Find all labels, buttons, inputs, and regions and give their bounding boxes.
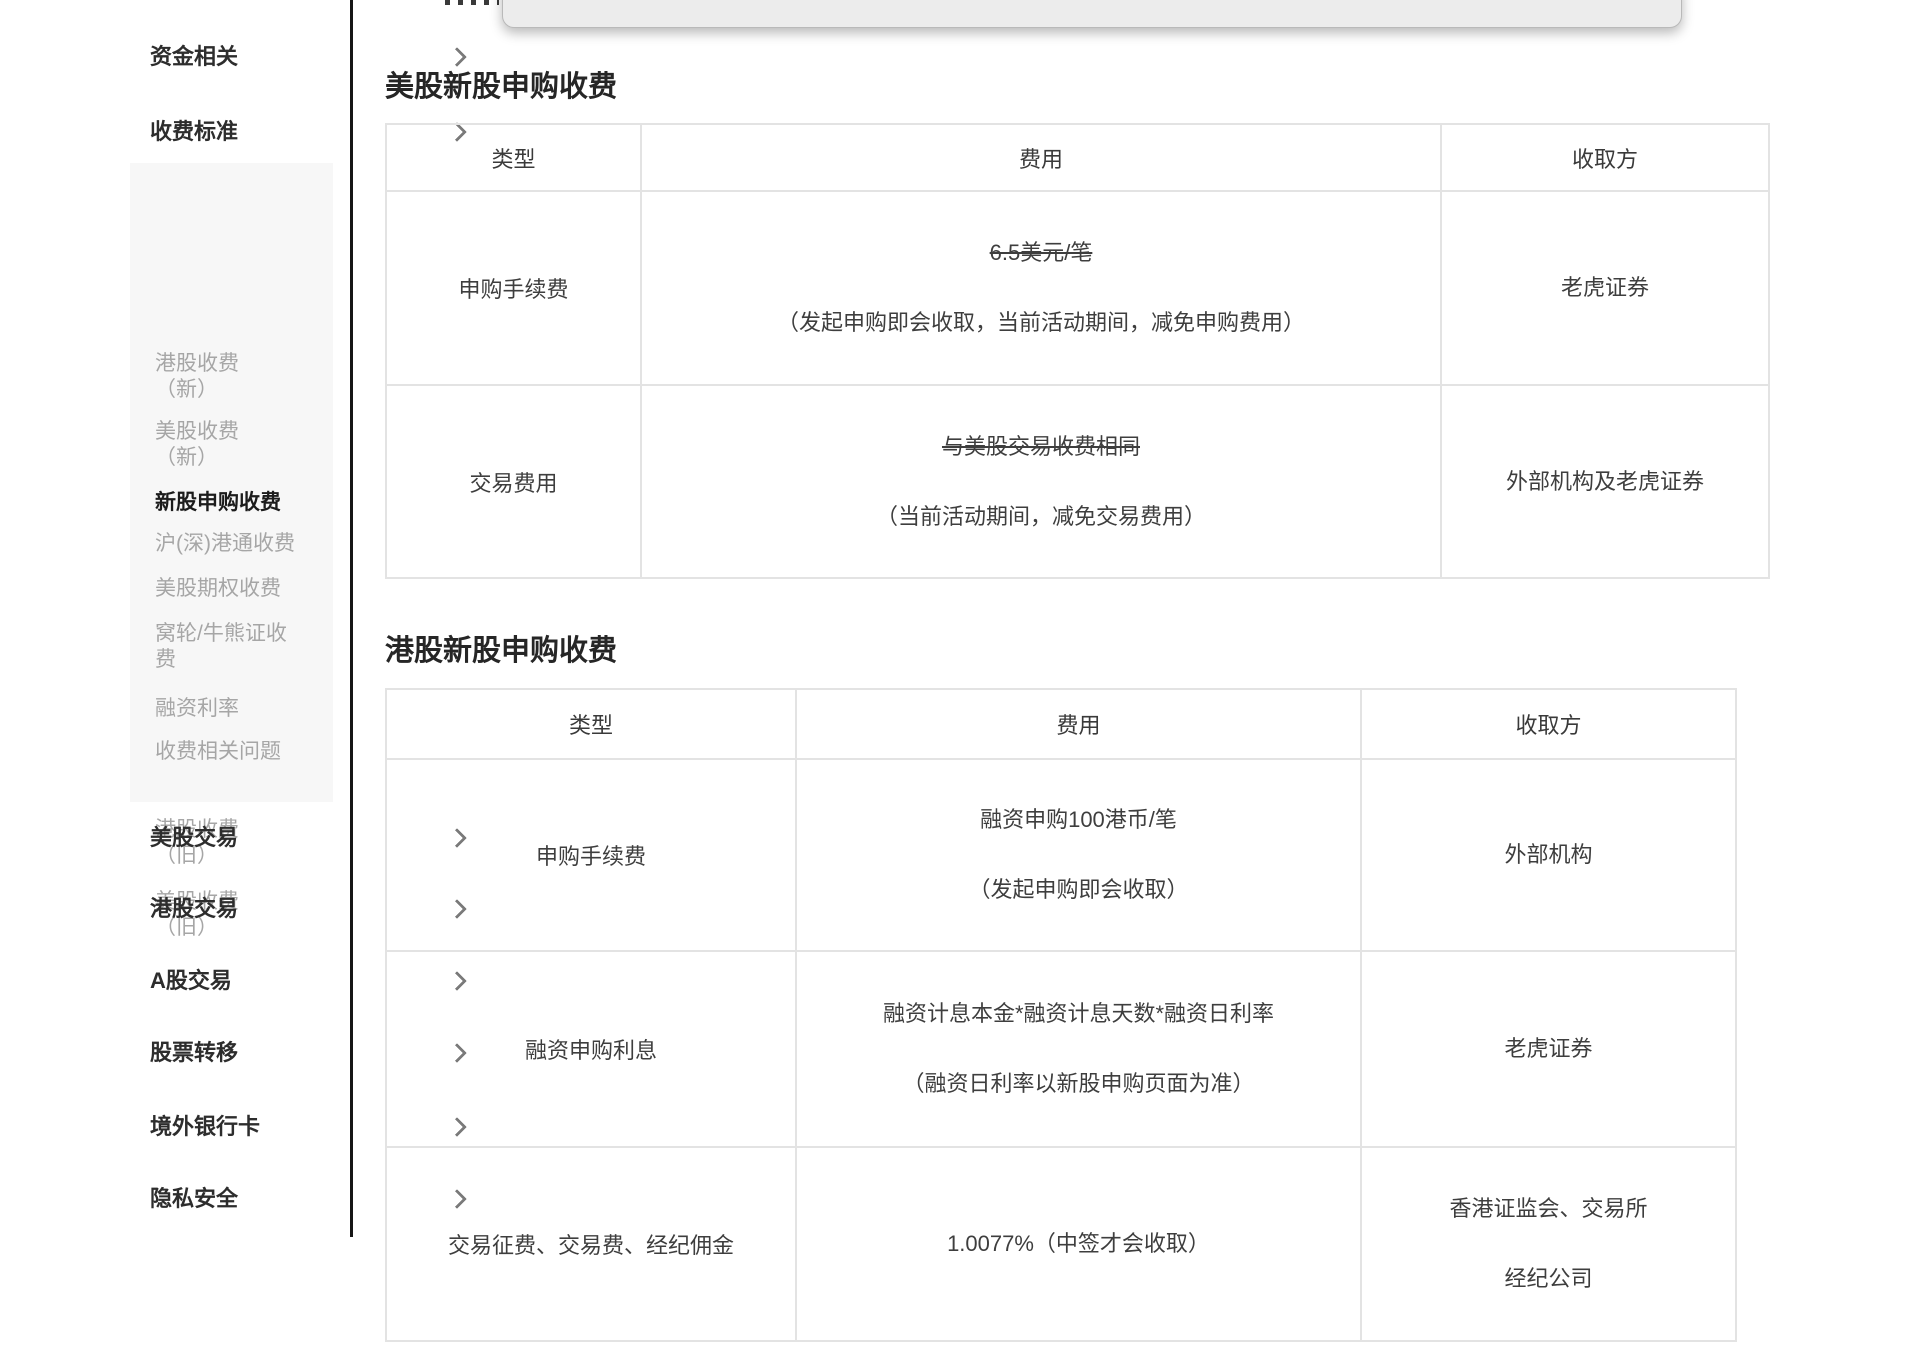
submenu-item-ipo-fees[interactable]: 新股申购收费 bbox=[155, 490, 315, 516]
submenu-item-margin-rate[interactable]: 融资利率 bbox=[155, 696, 315, 722]
cell-fee: 1.0077%（中签才会收取） bbox=[795, 1146, 1362, 1342]
fee-main: 与美股交易收费相同 bbox=[941, 433, 1140, 459]
cell-fee: 融资申购100港币/笔 （发起申购即会收取） bbox=[795, 758, 1362, 952]
fee-note: （当前活动期间，减免交易费用） bbox=[875, 503, 1206, 529]
cell-collector: 老虎证券 bbox=[1440, 190, 1770, 386]
fee-note: （发起申购即会收取，当前活动期间，减免申购费用） bbox=[776, 310, 1305, 335]
sidebar-item-label: 美股交易 bbox=[150, 825, 239, 850]
submenu-item-fee-faq[interactable]: 收费相关问题 bbox=[155, 739, 315, 765]
table-row: 融资申购利息 融资计息本金*融资计息天数*融资日利率 （融资日利率以新股申购页面… bbox=[385, 950, 1737, 1148]
sidebar-item-privacy-security[interactable]: 隐私安全 bbox=[150, 1184, 467, 1214]
cell-fee: 融资计息本金*融资计息天数*融资日利率 （融资日利率以新股申购页面为准） bbox=[795, 950, 1362, 1148]
sidebar-item-us-trading[interactable]: 美股交易 bbox=[150, 823, 467, 853]
sidebar-item-label: 隐私安全 bbox=[150, 1186, 239, 1211]
cell-type: 交易费用 bbox=[385, 384, 642, 579]
section-title-hk-ipo-fees: 港股新股申购收费 bbox=[385, 635, 618, 668]
cell-type: 交易征费、交易费、经纪佣金 bbox=[385, 1146, 797, 1342]
fee-note: （融资日利率以新股申购页面为准） bbox=[902, 1071, 1255, 1096]
submenu-item-us-fees-new[interactable]: 美股收费 （新） bbox=[155, 419, 315, 471]
sidebar-item-label: 资金相关 bbox=[150, 44, 239, 69]
table-row: 交易征费、交易费、经纪佣金 1.0077%（中签才会收取） 香港证监会、交易所 … bbox=[385, 1146, 1737, 1342]
sidebar-divider bbox=[350, 0, 353, 1237]
sidebar-item-label: 港股交易 bbox=[150, 896, 239, 921]
cell-type: 申购手续费 bbox=[385, 758, 797, 952]
fee-standards-submenu: 港股收费 （新） 美股收费 （新） 新股申购收费 沪(深)港通收费 美股期权收费… bbox=[130, 163, 333, 939]
chevron-right-icon bbox=[447, 47, 467, 67]
cell-type: 融资申购利息 bbox=[385, 950, 797, 1148]
cell-fee: 与美股交易收费相同 （当前活动期间，减免交易费用） bbox=[640, 384, 1442, 579]
fee-main: 1.0077%（中签才会收取） bbox=[947, 1231, 1210, 1256]
partial-popup-panel bbox=[502, 0, 1682, 28]
us-ipo-fee-table: 类型 费用 收取方 申购手续费 6.5美元/笔 （发起申购即会收取，当前活动期间… bbox=[385, 123, 1770, 579]
sidebar-item-label: 境外银行卡 bbox=[150, 1114, 261, 1139]
sidebar-item-fee-standards[interactable]: 收费标准 bbox=[150, 117, 467, 147]
table-header-row: 类型 费用 收取方 bbox=[385, 123, 1770, 192]
cell-collector: 老虎证券 bbox=[1360, 950, 1737, 1148]
col-header-fee: 费用 bbox=[795, 688, 1362, 760]
cell-fee: 6.5美元/笔 （发起申购即会收取，当前活动期间，减免申购费用） bbox=[640, 190, 1442, 386]
hk-ipo-fee-table: 类型 费用 收取方 申购手续费 融资申购100港币/笔 （发起申购即会收取） 外… bbox=[385, 688, 1737, 1342]
table-row: 申购手续费 6.5美元/笔 （发起申购即会收取，当前活动期间，减免申购费用） 老… bbox=[385, 190, 1770, 386]
col-header-fee: 费用 bbox=[640, 123, 1442, 192]
clipped-heading-fragment bbox=[445, 0, 499, 5]
sidebar-item-overseas-bank-card[interactable]: 境外银行卡 bbox=[150, 1112, 467, 1142]
col-header-collector: 收取方 bbox=[1440, 123, 1770, 192]
table-row: 申购手续费 融资申购100港币/笔 （发起申购即会收取） 外部机构 bbox=[385, 758, 1737, 952]
sidebar-item-funds[interactable]: 资金相关 bbox=[150, 42, 467, 72]
col-header-collector: 收取方 bbox=[1360, 688, 1737, 760]
cell-type: 申购手续费 bbox=[385, 190, 642, 386]
col-header-type: 类型 bbox=[385, 123, 642, 192]
sidebar-item-hk-trading[interactable]: 港股交易 bbox=[150, 894, 467, 924]
fee-note: （发起申购即会收取） bbox=[968, 877, 1189, 902]
table-header-row: 类型 费用 收取方 bbox=[385, 688, 1737, 760]
help-center-page: 资金相关 收费标准 港股收费 （新） 美股收费 （新） 新股申购收费 沪(深)港… bbox=[0, 0, 1910, 1348]
col-header-type: 类型 bbox=[385, 688, 797, 760]
cell-collector: 外部机构及老虎证券 bbox=[1440, 384, 1770, 579]
cell-collector: 外部机构 bbox=[1360, 758, 1737, 952]
sidebar-item-label: A股交易 bbox=[150, 968, 232, 993]
sidebar-item-label: 股票转移 bbox=[150, 1040, 239, 1065]
fee-main: 融资申购100港币/笔 bbox=[980, 807, 1177, 832]
sidebar-item-a-share-trading[interactable]: A股交易 bbox=[150, 966, 467, 996]
submenu-item-connect-fees[interactable]: 沪(深)港通收费 bbox=[155, 531, 315, 557]
submenu-item-warrants-cbbc-fees[interactable]: 窝轮/牛熊证收 费 bbox=[155, 621, 315, 673]
submenu-item-hk-fees-new[interactable]: 港股收费 （新） bbox=[155, 351, 315, 403]
section-title-us-ipo-fees: 美股新股申购收费 bbox=[385, 71, 618, 104]
sidebar-item-stock-transfer[interactable]: 股票转移 bbox=[150, 1038, 467, 1068]
submenu-item-us-options-fees[interactable]: 美股期权收费 bbox=[155, 576, 315, 602]
table-row: 交易费用 与美股交易收费相同 （当前活动期间，减免交易费用） 外部机构及老虎证券 bbox=[385, 384, 1770, 579]
fee-main: 融资计息本金*融资计息天数*融资日利率 bbox=[882, 1001, 1275, 1026]
cell-collector: 香港证监会、交易所 经纪公司 bbox=[1360, 1146, 1737, 1342]
sidebar-item-label: 收费标准 bbox=[150, 119, 239, 144]
fee-main: 6.5美元/笔 bbox=[989, 240, 1093, 265]
